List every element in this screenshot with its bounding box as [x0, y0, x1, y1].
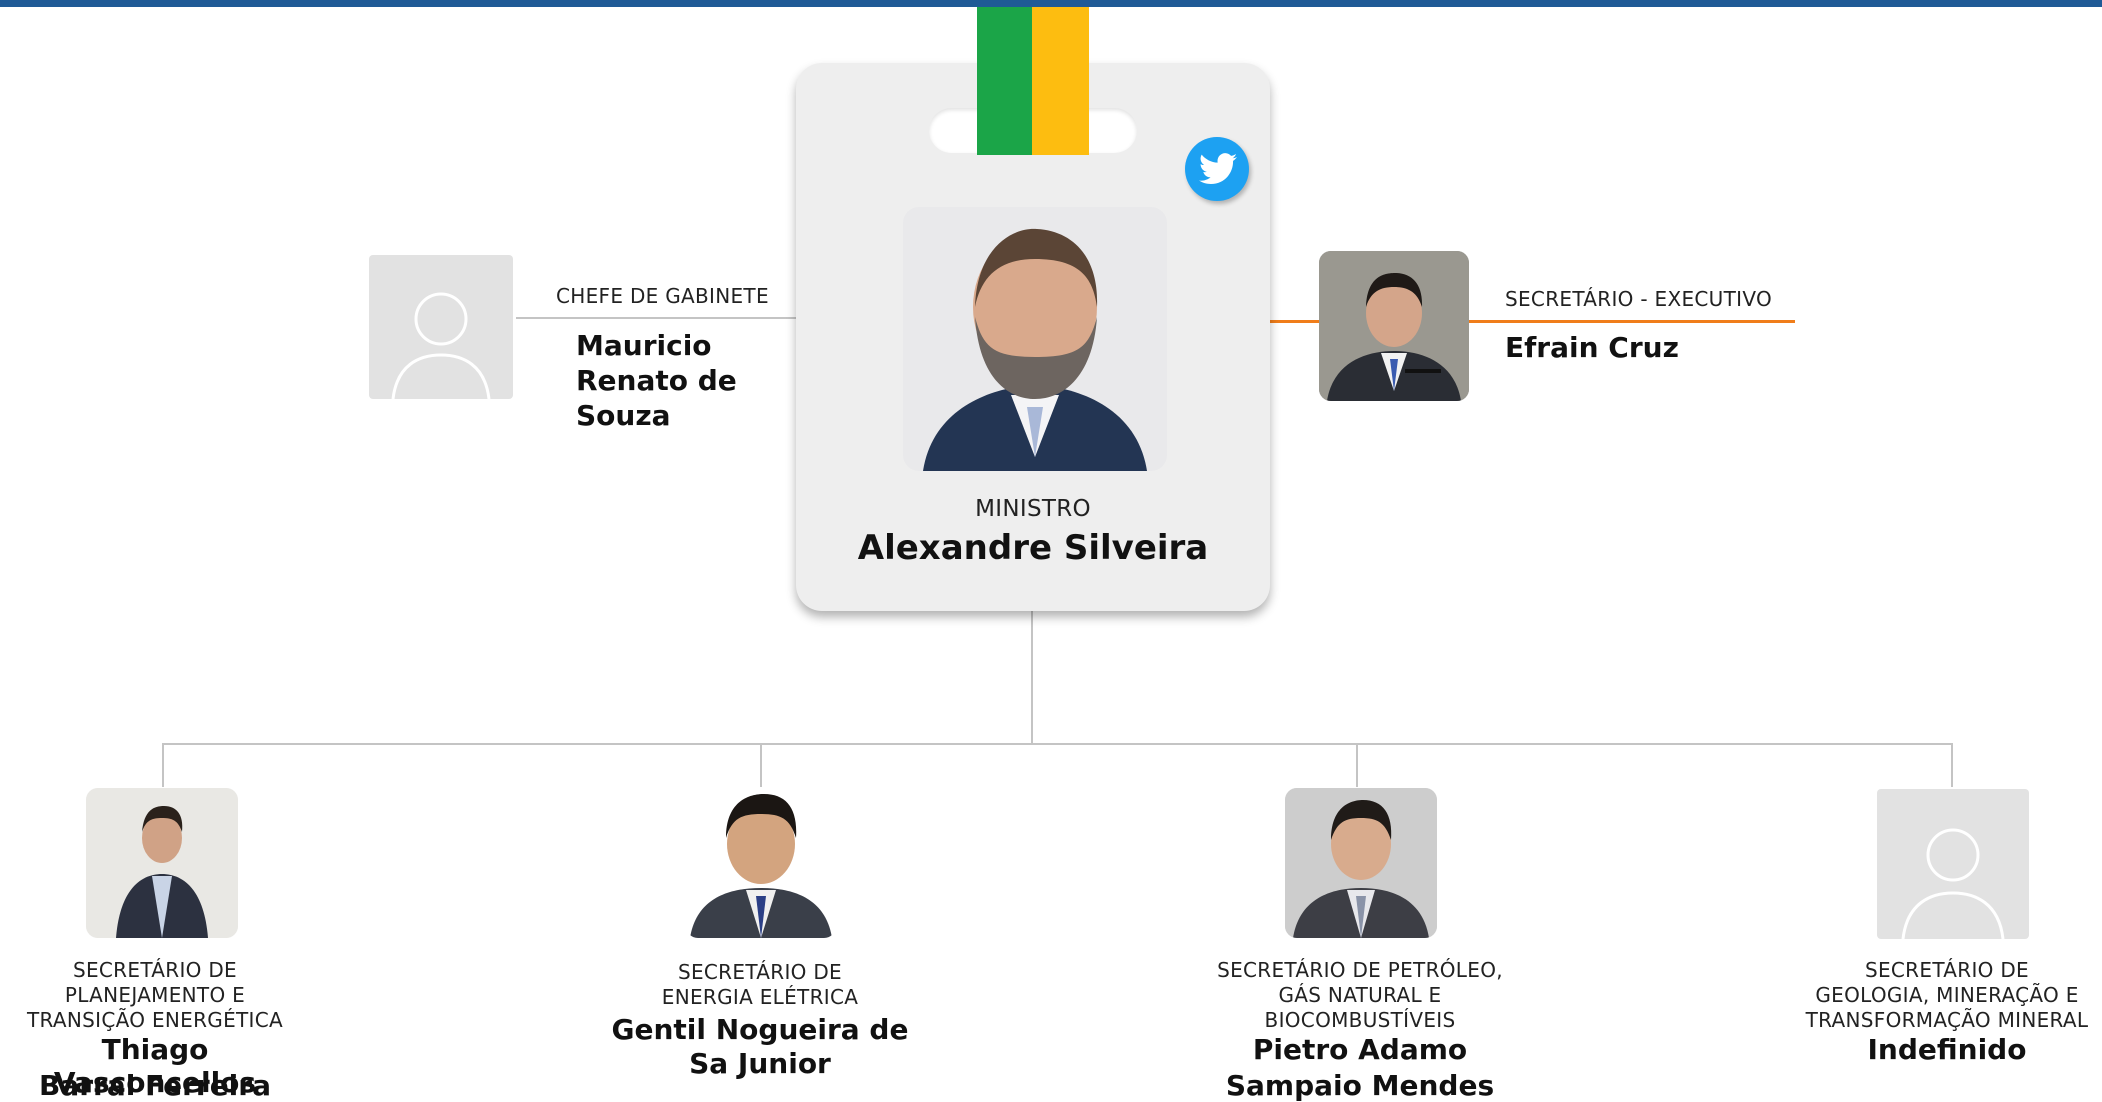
secretary-3-name-line-1: Pietro Adamo [1252, 1033, 1468, 1066]
secretary-3-photo [1285, 788, 1437, 938]
placeholder-avatar-icon [391, 292, 491, 399]
left-aide-name-line-3: Souza [576, 399, 671, 432]
placeholder-avatar-icon [1901, 828, 2005, 939]
minister-photo [903, 207, 1167, 471]
connector-drop-4 [1951, 743, 1953, 787]
right-aide-name: Efrain Cruz [1505, 331, 1679, 364]
connector-left [516, 317, 796, 319]
secretary-1-role-line-2: PLANEJAMENTO E [64, 983, 246, 1007]
left-aide-photo [369, 255, 513, 399]
secretary-3-role-line-2: GÁS NATURAL E [1278, 983, 1442, 1007]
secretary-3-name-line-2: Sampaio Mendes [1225, 1069, 1495, 1102]
secretary-4-role-line-3: TRANSFORMAÇÃO MINERAL [1805, 1008, 2089, 1032]
badge-strap-yellow [1032, 7, 1089, 155]
top-bar [0, 0, 2102, 7]
secretary-3-role-line-3: BIOCOMBUSTÍVEIS [1264, 1008, 1456, 1032]
connector-drop-1 [162, 743, 164, 787]
secretary-2-name-line-2: Sa Junior [689, 1047, 831, 1080]
secretary-4-name-line-1: Indefinido [1867, 1033, 2027, 1066]
secretary-1-name-line-2: Barral Ferreira [39, 1069, 271, 1102]
secretary-4-role-line-1: SECRETÁRIO DE [1864, 958, 2029, 982]
badge-strap-green [977, 7, 1034, 155]
secretary-2-photo [686, 788, 836, 938]
secretary-3-role-line-1: SECRETÁRIO DE PETRÓLEO, [1217, 958, 1503, 982]
secretary-2-role-line-2: ENERGIA ELÉTRICA [661, 985, 859, 1009]
secretary-4-role-line-2: GEOLOGIA, MINERAÇÃO E [1815, 983, 2079, 1007]
secretary-4-photo [1877, 789, 2029, 939]
secretary-1-photo [86, 788, 238, 938]
secretary-1-role-line-3: TRANSIÇÃO ENERGÉTICA [27, 1008, 283, 1032]
left-aide-name-line-1: Mauricio [576, 329, 712, 362]
connector-horizontal [162, 743, 1953, 745]
minister-role: MINISTRO [975, 496, 1091, 522]
right-aide-photo [1319, 251, 1469, 401]
secretary-2-role-line-1: SECRETÁRIO DE [677, 960, 842, 984]
connector-drop-2 [760, 743, 762, 787]
minister-name: Alexandre Silveira [857, 528, 1209, 568]
right-aide-role: SECRETÁRIO - EXECUTIVO [1505, 287, 1773, 311]
connector-down [1031, 611, 1033, 744]
secretary-2-name-line-1: Gentil Nogueira de [611, 1013, 909, 1046]
secretary-1-role-line-1: SECRETÁRIO DE [72, 958, 237, 982]
left-aide-role: CHEFE DE GABINETE [556, 284, 769, 308]
connector-drop-3 [1356, 743, 1358, 787]
left-aide-name-line-2: Renato de [576, 364, 737, 397]
twitter-icon[interactable] [1185, 137, 1249, 201]
